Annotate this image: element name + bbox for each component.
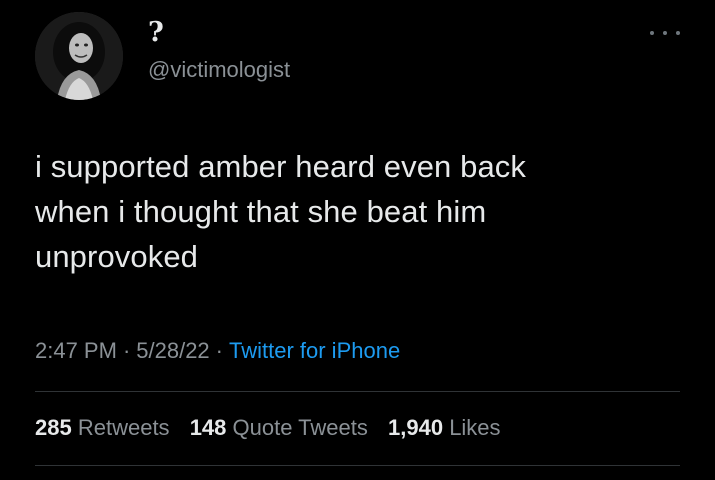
likes-label: Likes	[449, 415, 501, 440]
retweets-label: Retweets	[77, 415, 170, 440]
meta-separator: ·	[122, 338, 131, 363]
tweet-meta: 2:47 PM · 5/28/22 · Twitter for iPhone	[35, 336, 400, 366]
quote-tweets-label: Quote Tweets	[232, 415, 368, 440]
tweet-text: i supported amber heard even back when i…	[35, 149, 526, 274]
avatar-photo-icon	[35, 12, 123, 100]
more-dot	[676, 31, 680, 35]
likes-count: 1,940	[388, 415, 444, 440]
more-dot	[650, 31, 654, 35]
tweet-source-link[interactable]: Twitter for iPhone	[229, 338, 400, 363]
more-horizontal-icon[interactable]	[650, 26, 680, 40]
tweet-date[interactable]: 5/28/22	[136, 338, 209, 363]
tweet-stats: 285 Retweets 148 Quote Tweets 1,940 Like…	[35, 413, 515, 443]
quote-tweets-stat[interactable]: 148 Quote Tweets	[190, 413, 368, 443]
avatar[interactable]	[35, 12, 123, 100]
likes-stat[interactable]: 1,940 Likes	[388, 413, 501, 443]
display-name[interactable]: ?	[148, 18, 164, 48]
retweets-count: 285	[35, 415, 72, 440]
divider	[35, 391, 680, 392]
more-dot	[663, 31, 667, 35]
divider	[35, 465, 680, 466]
meta-separator: ·	[215, 338, 223, 363]
retweets-stat[interactable]: 285 Retweets	[35, 413, 170, 443]
quote-tweets-count: 148	[189, 415, 227, 440]
user-handle[interactable]: @victimologist	[148, 57, 290, 83]
tweet-time[interactable]: 2:47 PM	[35, 338, 117, 363]
tweet-card: ? @victimologist i supported amber heard…	[0, 0, 715, 480]
